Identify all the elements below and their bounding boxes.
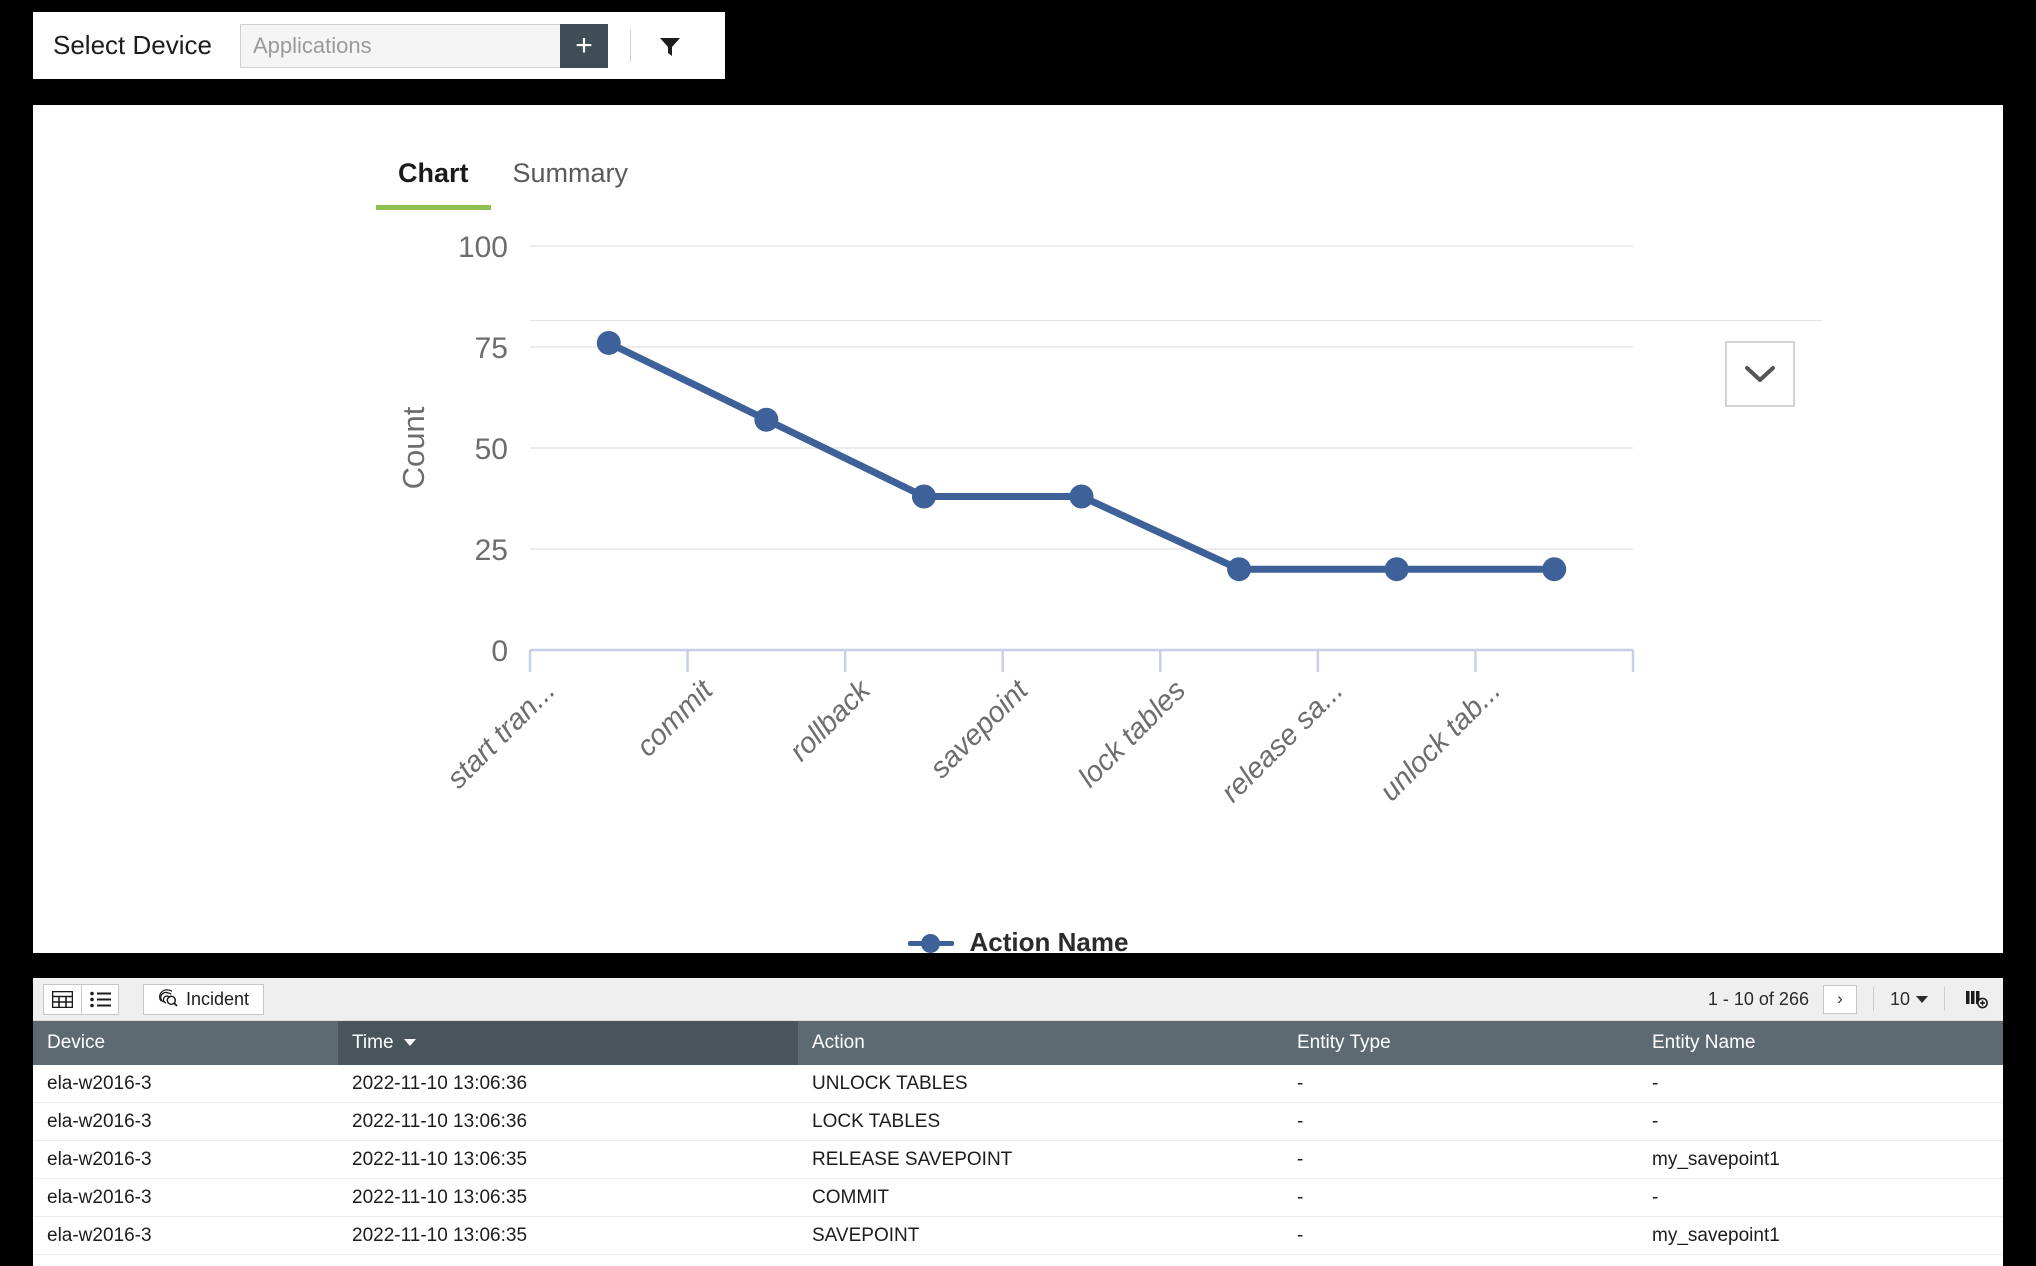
cell-entity-name: my_savepoint1 (1638, 1217, 2003, 1255)
next-page-button[interactable]: › (1823, 985, 1857, 1014)
column-header-label: Action (812, 1032, 865, 1053)
add-column-icon[interactable] (1961, 985, 1993, 1013)
device-selection-bar: Select Device + (33, 12, 725, 79)
table-body: ela-w2016-32022-11-10 13:06:36UNLOCK TAB… (33, 1065, 2003, 1255)
cell-entity-type: - (1283, 1179, 1638, 1217)
column-header-label: Time (352, 1032, 394, 1053)
data-point[interactable] (1542, 557, 1566, 581)
cell-entity-type: - (1283, 1141, 1638, 1179)
y-axis-title: Count (396, 406, 431, 489)
cell-device: ela-w2016-3 (33, 1103, 338, 1141)
data-point[interactable] (597, 331, 621, 355)
table-row[interactable]: ela-w2016-32022-11-10 13:06:35COMMIT-- (33, 1179, 2003, 1217)
pager-divider-1 (1873, 987, 1874, 1011)
incident-button[interactable]: Incident (143, 984, 264, 1015)
cell-device: ela-w2016-3 (33, 1141, 338, 1179)
legend-label[interactable]: Action Name (970, 927, 1129, 958)
y-axis-tick-label: 75 (475, 332, 508, 365)
x-axis-tick-label: unlock tab... (1374, 674, 1507, 807)
cell-entity-type: - (1283, 1103, 1638, 1141)
cell-entity-name: - (1638, 1103, 2003, 1141)
x-axis-tick-label: release sa... (1215, 674, 1349, 808)
fingerprint-search-icon (158, 987, 178, 1012)
legend-marker-icon (908, 933, 954, 953)
y-axis-tick-label: 50 (475, 433, 508, 466)
data-point[interactable] (1227, 557, 1251, 581)
cell-device: ela-w2016-3 (33, 1179, 338, 1217)
filter-icon[interactable] (653, 29, 687, 63)
cell-action: RELEASE SAVEPOINT (798, 1141, 1283, 1179)
list-view-icon[interactable] (81, 985, 118, 1014)
y-axis-tick-label: 25 (475, 534, 508, 567)
data-point[interactable] (912, 484, 936, 508)
page-size-selector[interactable]: 10 (1890, 989, 1928, 1010)
page-range-label: 1 - 10 of 266 (1708, 989, 1809, 1010)
sort-descending-icon (404, 1039, 416, 1046)
page-size-value: 10 (1890, 989, 1910, 1010)
data-point[interactable] (1070, 484, 1094, 508)
data-point[interactable] (1385, 557, 1409, 581)
results-table: Device Time Action Entity Type Entity Name e… (33, 1021, 2003, 1255)
column-header-device[interactable]: Device (33, 1021, 338, 1065)
series-line (609, 343, 1554, 569)
x-axis-tick-label: commit (631, 673, 721, 763)
cell-action: COMMIT (798, 1179, 1283, 1217)
table-header-row: Device Time Action Entity Type Entity Name (33, 1021, 2003, 1065)
y-axis-tick-label: 0 (491, 635, 508, 668)
results-table-panel: Incident 1 - 10 of 266 › 10 (33, 978, 2003, 1266)
cell-entity-name: - (1638, 1065, 2003, 1103)
column-header-label: Entity Type (1297, 1032, 1391, 1053)
column-header-time[interactable]: Time (338, 1021, 798, 1065)
table-row[interactable]: ela-w2016-32022-11-10 13:06:36LOCK TABLE… (33, 1103, 2003, 1141)
pager-divider-2 (1944, 987, 1945, 1011)
cell-entity-type: - (1283, 1217, 1638, 1255)
toolbar-divider (630, 30, 631, 62)
grid-view-icon[interactable] (44, 985, 81, 1014)
view-mode-group (43, 984, 119, 1015)
chart-panel: Chart Summary 0255075100Countstart tran.… (33, 105, 2003, 953)
cell-entity-name: my_savepoint1 (1638, 1141, 2003, 1179)
cell-time: 2022-11-10 13:06:35 (338, 1179, 798, 1217)
chart-legend: Action Name (33, 927, 2003, 958)
x-axis-tick-label: lock tables (1073, 674, 1193, 794)
line-chart: 0 25 50 75 100 Count start tran... commit rollba… (33, 105, 2003, 953)
cell-action: SAVEPOINT (798, 1217, 1283, 1255)
x-axis-tick-label: rollback (784, 673, 878, 767)
chevron-down-icon (1916, 996, 1928, 1003)
column-header-action[interactable]: Action (798, 1021, 1283, 1065)
pagination-controls: 1 - 10 of 266 › 10 (1708, 985, 1993, 1014)
incident-button-label: Incident (186, 989, 249, 1010)
x-axis-tick-label: start tran... (441, 674, 562, 795)
select-device-label: Select Device (53, 30, 212, 61)
x-axis-tick-label: savepoint (924, 673, 1036, 785)
cell-time: 2022-11-10 13:06:36 (338, 1065, 798, 1103)
applications-input-group: + (240, 24, 608, 68)
column-header-entity-name[interactable]: Entity Name (1638, 1021, 2003, 1065)
app-root: Select Device + Chart Summary 0255075100… (0, 0, 2036, 1266)
table-toolbar: Incident 1 - 10 of 266 › 10 (33, 978, 2003, 1021)
data-point[interactable] (754, 408, 778, 432)
column-header-label: Entity Name (1652, 1032, 1755, 1053)
cell-device: ela-w2016-3 (33, 1065, 338, 1103)
cell-time: 2022-11-10 13:06:36 (338, 1103, 798, 1141)
cell-entity-name: - (1638, 1179, 2003, 1217)
cell-device: ela-w2016-3 (33, 1217, 338, 1255)
cell-action: LOCK TABLES (798, 1103, 1283, 1141)
column-header-label: Device (47, 1032, 105, 1053)
applications-input[interactable] (240, 24, 560, 68)
cell-entity-type: - (1283, 1065, 1638, 1103)
y-axis-tick-label: 100 (458, 231, 508, 264)
table-row[interactable]: ela-w2016-32022-11-10 13:06:35RELEASE SA… (33, 1141, 2003, 1179)
cell-action: UNLOCK TABLES (798, 1065, 1283, 1103)
cell-time: 2022-11-10 13:06:35 (338, 1217, 798, 1255)
table-row[interactable]: ela-w2016-32022-11-10 13:06:36UNLOCK TAB… (33, 1065, 2003, 1103)
table-header: Device Time Action Entity Type Entity Name (33, 1021, 2003, 1065)
table-row[interactable]: ela-w2016-32022-11-10 13:06:35SAVEPOINT-… (33, 1217, 2003, 1255)
column-header-entity-type[interactable]: Entity Type (1283, 1021, 1638, 1065)
add-device-button[interactable]: + (560, 24, 608, 68)
cell-time: 2022-11-10 13:06:35 (338, 1141, 798, 1179)
